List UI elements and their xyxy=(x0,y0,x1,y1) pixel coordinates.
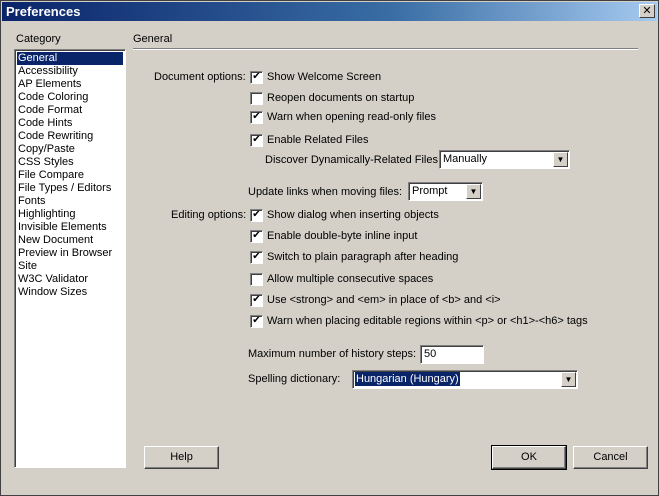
close-button[interactable]: ✕ xyxy=(639,4,655,18)
reopen-documents-label: Reopen documents on startup xyxy=(267,92,415,104)
update-links-select[interactable]: Prompt ▼ xyxy=(408,182,483,201)
update-links-value: Prompt xyxy=(412,185,448,197)
spelling-dictionary-select[interactable]: Hungarian (Hungary) ▼ xyxy=(352,370,578,389)
chevron-down-icon[interactable]: ▼ xyxy=(466,184,481,199)
category-item-site[interactable]: Site xyxy=(17,260,123,273)
double-byte-label: Enable double-byte inline input xyxy=(267,230,418,242)
history-steps-value: 50 xyxy=(424,348,437,360)
cancel-button[interactable]: Cancel xyxy=(573,446,648,469)
help-button[interactable]: Help xyxy=(144,446,219,469)
discover-value: Manually xyxy=(443,153,488,165)
category-item-general[interactable]: General xyxy=(17,52,123,65)
reopen-documents-checkbox[interactable] xyxy=(250,92,263,105)
multiple-spaces-label: Allow multiple consecutive spaces xyxy=(267,273,434,285)
category-item-invisible-elements[interactable]: Invisible Elements xyxy=(17,221,123,234)
update-links-label: Update links when moving files: xyxy=(248,186,403,198)
category-item-file-types-editors[interactable]: File Types / Editors xyxy=(17,182,123,195)
warn-editable-label: Warn when placing editable regions withi… xyxy=(267,315,588,327)
panel-title-divider xyxy=(133,48,638,50)
category-item-code-rewriting[interactable]: Code Rewriting xyxy=(17,130,123,143)
category-item-css-styles[interactable]: CSS Styles xyxy=(17,156,123,169)
enable-related-label: Enable Related Files xyxy=(267,134,369,146)
spelling-label: Spelling dictionary: xyxy=(248,373,341,385)
close-icon: ✕ xyxy=(642,5,652,17)
plain-paragraph-checkbox[interactable]: ✔ xyxy=(250,251,263,264)
show-dialog-label: Show dialog when inserting objects xyxy=(267,209,439,221)
category-item-preview-in-browser[interactable]: Preview in Browser xyxy=(17,247,123,260)
category-item-accessibility[interactable]: Accessibility xyxy=(17,65,123,78)
discover-label: Discover Dynamically-Related Files: xyxy=(265,154,442,166)
double-byte-checkbox[interactable]: ✔ xyxy=(250,230,263,243)
title-bar: Preferences ✕ xyxy=(2,2,657,21)
enable-related-checkbox[interactable]: ✔ xyxy=(250,134,263,147)
category-item-ap-elements[interactable]: AP Elements xyxy=(17,78,123,91)
category-item-copy-paste[interactable]: Copy/Paste xyxy=(17,143,123,156)
warn-readonly-label: Warn when opening read-only files xyxy=(267,111,436,123)
category-item-window-sizes[interactable]: Window Sizes xyxy=(17,286,123,299)
history-label: Maximum number of history steps: xyxy=(248,348,417,360)
category-item-code-hints[interactable]: Code Hints xyxy=(17,117,123,130)
category-item-code-format[interactable]: Code Format xyxy=(17,104,123,117)
category-item-code-coloring[interactable]: Code Coloring xyxy=(17,91,123,104)
editing-options-label: Editing options: xyxy=(171,209,247,221)
strong-em-label: Use <strong> and <em> in place of <b> an… xyxy=(267,294,501,306)
discover-select[interactable]: Manually ▼ xyxy=(439,150,570,169)
warn-editable-checkbox[interactable]: ✔ xyxy=(250,315,263,328)
category-item-file-compare[interactable]: File Compare xyxy=(17,169,123,182)
multiple-spaces-checkbox[interactable] xyxy=(250,273,263,286)
ok-button[interactable]: OK xyxy=(491,445,567,470)
history-steps-input[interactable]: 50 xyxy=(420,345,484,364)
panel-title: General xyxy=(133,33,173,45)
warn-readonly-checkbox[interactable]: ✔ xyxy=(250,111,263,124)
show-welcome-checkbox[interactable]: ✔ xyxy=(250,71,263,84)
strong-em-checkbox[interactable]: ✔ xyxy=(250,294,263,307)
chevron-down-icon[interactable]: ▼ xyxy=(561,372,576,387)
plain-paragraph-label: Switch to plain paragraph after heading xyxy=(267,251,459,263)
category-item-w3c-validator[interactable]: W3C Validator xyxy=(17,273,123,286)
category-heading: Category xyxy=(16,33,61,45)
show-welcome-label: Show Welcome Screen xyxy=(267,71,382,83)
document-options-label: Document options: xyxy=(154,71,246,83)
category-item-new-document[interactable]: New Document xyxy=(17,234,123,247)
category-item-fonts[interactable]: Fonts xyxy=(17,195,123,208)
chevron-down-icon[interactable]: ▼ xyxy=(553,152,568,167)
category-list[interactable]: General Accessibility AP Elements Code Colo… xyxy=(14,49,126,468)
window-title: Preferences xyxy=(6,4,81,19)
spelling-dictionary-value: Hungarian (Hungary) xyxy=(355,372,460,386)
show-dialog-checkbox[interactable]: ✔ xyxy=(250,209,263,222)
category-item-highlighting[interactable]: Highlighting xyxy=(17,208,123,221)
